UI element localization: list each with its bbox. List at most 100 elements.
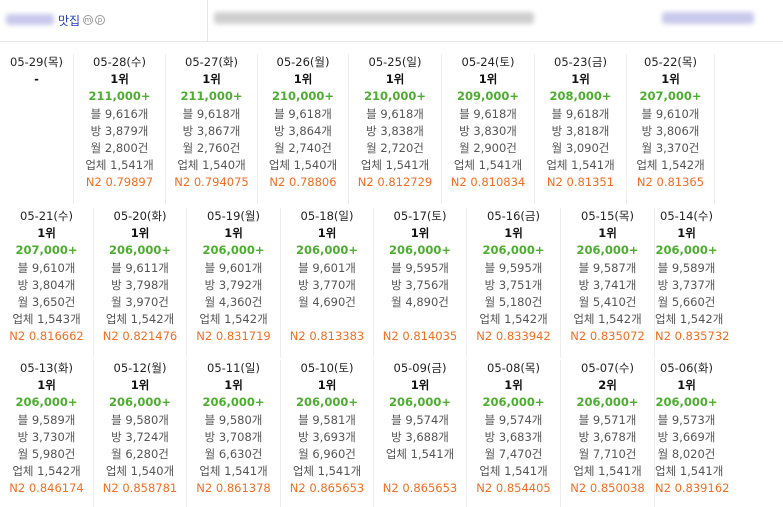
keyword-cell[interactable]: 맛집 m p (0, 0, 208, 42)
n2-score: N2 0.812729 (357, 175, 433, 190)
rank: 1위 (293, 72, 313, 87)
day-column: 05-27(화) 1위 211,000+ 블 9,618개 방 3,867개 월 2,76… (166, 54, 258, 204)
search-volume: 210,000+ (363, 89, 426, 104)
rank: 1위 (410, 378, 430, 393)
n2-score: N2 0.814035 (382, 329, 458, 344)
business-count: 업체 1,542개 (636, 158, 705, 173)
monthly-count: 월 5,980건 (17, 447, 76, 462)
monthly-count: 월 4,890건 (391, 295, 449, 310)
blog-count: 블 9,595개 (484, 260, 543, 275)
n2-score: N2 0.833942 (476, 329, 551, 344)
cafe-count: 방 3,818개 (551, 123, 610, 138)
business-count: 업체 1,541개 (85, 158, 154, 173)
n2-score: N2 0.850038 (570, 481, 645, 496)
n2-score: N2 0.835072 (570, 329, 645, 344)
business-count: 업체 1,541개 (573, 464, 642, 479)
blog-count: 블 9,616개 (90, 106, 149, 121)
day-column: 05-23(금) 1위 208,000+ 블 9,618개 방 3,818개 월 3,09… (535, 54, 627, 204)
cafe-count: 방 3,669개 (657, 429, 716, 444)
n2-score: N2 0.865653 (382, 481, 458, 496)
search-volume: 211,000+ (88, 89, 151, 104)
keyword-suffix[interactable]: 맛집 (58, 12, 80, 29)
search-volume: 206,000+ (295, 395, 358, 410)
date: 05-12(월) (113, 361, 167, 375)
redacted-url (214, 12, 534, 24)
day-column: 05-08(목) 1위 206,000+ 블 9,574개 방 3,683개 월 7,47… (467, 360, 561, 507)
rank: 1위 (224, 378, 243, 393)
rank: 1위 (677, 226, 696, 241)
stats-row: 05-29(목) - 05-28(수) 1위 211,000+ 블 9,616개방 3,… (0, 54, 783, 204)
day-column: 05-28(수) 1위 211,000+ 블 9,616개 방 3,879개 월 2,80… (74, 54, 166, 204)
rank: 1위 (410, 226, 430, 241)
day-column: 05-22(목) 1위 207,000+ 블 9,610개 방 3,806개 월 3,37… (627, 54, 715, 204)
business-count: 업체 1,542개 (479, 312, 548, 327)
rank: 1위 (130, 226, 150, 241)
monthly-count: 월 6,960건 (298, 447, 356, 462)
n2-score: N2 0.865653 (289, 481, 365, 496)
date: 05-07(수) (581, 361, 634, 375)
blog-count: 블 9,618개 (551, 106, 610, 121)
day-column: 05-18(일) 1위 206,000+ 블 9,601개 방 3,770개 월 4,69… (281, 208, 374, 358)
rank: 1위 (224, 226, 243, 241)
blog-count: 블 9,574개 (484, 412, 543, 427)
date: 05-14(수) (660, 209, 713, 223)
blog-count: 블 9,589개 (17, 412, 76, 427)
cafe-count: 방 3,693개 (298, 429, 356, 444)
date: 05-17(토) (393, 209, 447, 223)
blog-count: 블 9,610개 (17, 260, 76, 275)
day-column: 05-20(화) 1위 206,000+ 블 9,611개 방 3,798개 월 3,97… (94, 208, 187, 358)
date: 05-28(수) (93, 55, 146, 69)
search-volume: 206,000+ (576, 395, 639, 410)
monthly-count: 월 3,090건 (551, 141, 610, 156)
cafe-count: 방 3,683개 (484, 429, 543, 444)
cafe-count: 방 3,770개 (298, 277, 356, 292)
monthly-count: 월 3,650건 (17, 295, 76, 310)
monthly-count (0, 140, 73, 157)
date: 05-29(목) (10, 55, 63, 69)
search-volume: 207,000+ (15, 243, 78, 258)
date: 05-24(토) (461, 55, 515, 69)
blog-count: 블 9,580개 (204, 412, 263, 427)
date: 05-08(목) (487, 361, 540, 375)
day-column: 05-26(월) 1위 210,000+ 블 9,618개 방 3,864개 월 2,74… (258, 54, 349, 204)
keyword-header: 맛집 m p (0, 0, 783, 42)
monthly-count: 월 4,690건 (298, 295, 356, 310)
monthly-count: 월 2,760건 (182, 141, 241, 156)
search-volume: 206,000+ (202, 395, 265, 410)
day-column: 05-21(수) 1위 207,000+ 블 9,610개 방 3,804개 월 3,65… (0, 208, 94, 358)
n2-score: N2 0.813383 (289, 329, 365, 344)
stats-row: 05-13(화) 1위 206,000+ 블 9,589개 방 3,730개 월 5,98… (0, 360, 783, 507)
business-count (0, 157, 73, 174)
monthly-count: 월 3,970건 (111, 295, 169, 310)
n2-score: N2 0.839162 (655, 481, 730, 496)
monthly-count: 월 7,470건 (484, 447, 543, 462)
cafe-count: 방 3,708개 (204, 429, 263, 444)
monthly-count: 월 3,370건 (641, 141, 700, 156)
business-count: 업체 1,541개 (360, 158, 430, 173)
cafe-count: 방 3,838개 (366, 123, 424, 138)
search-volume: 206,000+ (482, 243, 545, 258)
cafe-count: 방 3,804개 (17, 277, 76, 292)
blog-count: 블 9,610개 (641, 106, 700, 121)
business-count: 업체 1,541개 (479, 464, 548, 479)
day-column: 05-17(토) 1위 206,000+ 블 9,595개 방 3,756개 월 4,89… (374, 208, 467, 358)
search-volume: 207,000+ (639, 89, 702, 104)
business-count: 업체 1,542개 (655, 312, 724, 327)
day-column: 05-29(목) - (0, 54, 74, 204)
business-count: 업체 1,541개 (199, 464, 268, 479)
date: 05-27(화) (185, 55, 238, 69)
cafe-count: 방 3,806개 (641, 123, 700, 138)
monthly-count: 월 2,720건 (366, 141, 424, 156)
n2-score: N2 0.79897 (85, 175, 154, 190)
day-column: 05-07(수) 2위 206,000+ 블 9,571개 방 3,678개 월 7,71… (561, 360, 655, 507)
business-count: 업체 1,540개 (105, 464, 175, 479)
date: 05-10(토) (300, 361, 354, 375)
cafe-count: 방 3,688개 (391, 429, 449, 444)
cafe-count: 방 3,678개 (578, 429, 637, 444)
monthly-count: 월 7,710건 (578, 447, 637, 462)
business-count: 업체 1,541개 (292, 464, 362, 479)
rank: 1위 (677, 378, 696, 393)
n2-score: N2 0.78806 (269, 175, 337, 190)
cafe-count: 방 3,867개 (182, 123, 241, 138)
rank: - (34, 72, 39, 87)
